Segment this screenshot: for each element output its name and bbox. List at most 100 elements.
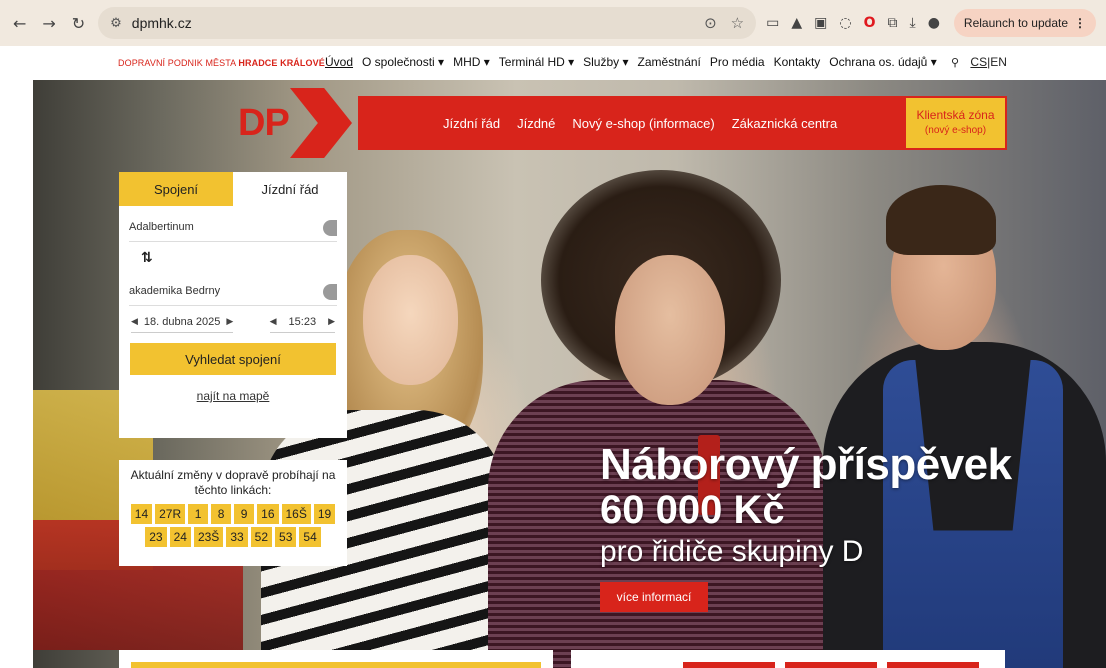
more-info-button[interactable]: více informací <box>600 582 708 612</box>
menu-item-kontakty[interactable]: Kontakty <box>774 55 821 69</box>
find-on-map-link[interactable]: najít na mapě <box>119 389 347 403</box>
client-zone-title: Klientská zóna <box>916 108 995 122</box>
menu-item-mhd[interactable]: MHD ▾ <box>453 55 490 69</box>
bookmark-star-icon[interactable]: ☆ <box>731 14 744 32</box>
dp-logo[interactable]: DP <box>230 88 352 158</box>
location-pin-icon[interactable] <box>323 220 337 236</box>
relaunch-button[interactable]: Relaunch to update ⋮ <box>953 9 1097 37</box>
menu-item-zamestnani[interactable]: Zaměstnání <box>638 55 701 69</box>
affected-lines: 14 27R 1 8 9 16 16Š 19 23 24 23Š 33 52 5… <box>127 504 339 547</box>
time-prev-icon[interactable]: ◀ <box>270 317 277 327</box>
menu-item-pro-media[interactable]: Pro média <box>710 55 765 69</box>
swap-icon[interactable]: ⇅ <box>141 250 347 270</box>
to-value: akademika Bedrny <box>129 284 221 297</box>
time-next-icon[interactable]: ▶ <box>328 317 335 327</box>
brand-prefix: DOPRAVNÍ PODNIK MĚSTA <box>118 58 239 68</box>
menu-item-sluzby[interactable]: Služby ▾ <box>583 55 628 69</box>
time-value: 15:23 <box>288 316 317 328</box>
line-badge[interactable]: 23 <box>145 527 167 547</box>
search-connection-button[interactable]: Vyhledat spojení <box>130 343 336 375</box>
bottom-card-button[interactable] <box>887 662 979 668</box>
menu-item-ochrana[interactable]: Ochrana os. údajů ▾ <box>829 55 936 69</box>
line-badge[interactable]: 24 <box>169 527 191 547</box>
line-badge[interactable]: 54 <box>299 527 321 547</box>
red-menu-zakaznicka-centra[interactable]: Zákaznická centra <box>732 116 838 131</box>
relaunch-label: Relaunch to update <box>963 16 1069 30</box>
bottom-card <box>571 650 1005 668</box>
line-badge[interactable]: 23Š <box>193 527 224 547</box>
line-badge[interactable]: 52 <box>250 527 273 547</box>
reload-icon[interactable]: ↻ <box>69 12 88 34</box>
bottom-card <box>119 650 553 668</box>
menu-item-o-spolecnosti[interactable]: O společnosti ▾ <box>362 55 444 69</box>
headline-line-1: Náborový příspěvek <box>600 440 1012 489</box>
date-value: 18. dubna 2025 <box>143 316 221 328</box>
line-badge[interactable]: 27R <box>155 504 186 524</box>
line-badge[interactable]: 16Š <box>281 504 311 524</box>
address-bar[interactable]: ⚙ dpmhk.cz ⊙ ☆ <box>98 7 757 39</box>
from-value: Adalbertinum <box>129 220 194 233</box>
line-badge[interactable]: 53 <box>275 527 297 547</box>
location-icon[interactable]: ⊙ <box>704 14 717 32</box>
forward-icon[interactable]: → <box>39 12 58 34</box>
red-menu-eshop[interactable]: Nový e-shop (informace) <box>572 116 714 131</box>
brand-name[interactable]: DOPRAVNÍ PODNIK MĚSTA HRADCE KRÁLOVÉ <box>118 58 325 68</box>
menu-item-uvod[interactable]: Úvod <box>325 55 353 69</box>
from-field[interactable]: Adalbertinum <box>129 212 337 242</box>
extension-icon[interactable]: ◌ <box>839 15 851 31</box>
location-pin-icon[interactable] <box>323 284 337 300</box>
red-menu-jizdne[interactable]: Jízdné <box>517 116 555 131</box>
tab-jizdni-rad[interactable]: Jízdní řád <box>233 172 347 206</box>
line-badge[interactable]: 9 <box>234 504 255 524</box>
time-picker[interactable]: ◀ 15:23 ▶ <box>269 316 335 333</box>
search-and-language: ⚲ CS|EN <box>951 55 1007 69</box>
browser-toolbar: ← → ↻ ⚙ dpmhk.cz ⊙ ☆ ▭ ▲ ▣ ◌ O ⧉ ⤓ ● Rel… <box>0 0 1106 46</box>
opera-icon[interactable]: O <box>864 15 876 31</box>
line-badge[interactable]: 19 <box>313 504 336 524</box>
woman-photo <box>363 255 458 385</box>
main-menu: Úvod O společnosti ▾ MHD ▾ Terminál HD ▾… <box>325 55 937 69</box>
line-badge[interactable]: 1 <box>188 504 209 524</box>
traffic-changes-box: Aktuální změny v dopravě probíhají na tě… <box>119 460 347 566</box>
date-next-icon[interactable]: ▶ <box>226 317 233 327</box>
back-icon[interactable]: ← <box>10 12 29 34</box>
date-picker[interactable]: ◀ 18. dubna 2025 ▶ <box>131 316 234 333</box>
site-top-nav: DOPRAVNÍ PODNIK MĚSTA HRADCE KRÁLOVÉ Úvo… <box>0 46 1106 80</box>
bottom-card-bar <box>131 662 541 668</box>
extension-icon[interactable]: ▭ <box>766 15 779 31</box>
traffic-changes-text: Aktuální změny v dopravě probíhají na tě… <box>130 468 336 497</box>
menu-item-terminal[interactable]: Terminál HD ▾ <box>499 55 574 69</box>
client-zone-subtitle: (nový e-shop) <box>924 125 987 136</box>
line-badge[interactable]: 14 <box>130 504 153 524</box>
search-icon[interactable]: ⚲ <box>951 56 959 69</box>
brand-bold: HRADCE KRÁLOVÉ <box>238 58 325 68</box>
bottom-card-button[interactable] <box>683 662 775 668</box>
site-info-icon[interactable]: ⚙ <box>110 16 122 31</box>
hero-banner: DP Jízdní řád Jízdné Nový e-shop (inform… <box>33 80 1106 668</box>
dp-logo-arrow-icon <box>290 88 352 158</box>
download-icon[interactable]: ⤓ <box>910 15 916 31</box>
extension-icon[interactable]: ▣ <box>814 15 827 31</box>
to-field[interactable]: akademika Bedrny <box>129 276 337 306</box>
url-text[interactable]: dpmhk.cz <box>132 15 192 31</box>
connection-search-widget: Spojení Jízdní řád Adalbertinum ⇅ akadem… <box>119 172 347 438</box>
line-badge[interactable]: 33 <box>226 527 248 547</box>
man-center-photo <box>615 255 725 405</box>
bottom-card-button[interactable] <box>785 662 877 668</box>
extension-icon[interactable]: ▲ <box>791 15 802 31</box>
man-right-photo <box>886 185 996 255</box>
tab-spojeni[interactable]: Spojení <box>119 172 233 206</box>
red-menu-jizdni-rad[interactable]: Jízdní řád <box>443 116 500 131</box>
extensions-puzzle-icon[interactable]: ⧉ <box>888 15 898 31</box>
dp-logo-text: DP <box>238 102 290 144</box>
line-badge[interactable]: 16 <box>257 504 279 524</box>
date-prev-icon[interactable]: ◀ <box>131 317 138 327</box>
browser-menu-icon[interactable]: ⋮ <box>1074 16 1086 30</box>
headline-amount: 60 000 Kč <box>600 488 785 532</box>
client-zone-button[interactable]: Klientská zóna (nový e-shop) <box>904 96 1007 150</box>
lang-en[interactable]: EN <box>990 55 1007 69</box>
red-menu-bar: Jízdní řád Jízdné Nový e-shop (informace… <box>358 96 1007 150</box>
line-badge[interactable]: 8 <box>211 504 232 524</box>
lang-cs[interactable]: CS <box>970 55 987 69</box>
profile-avatar-icon[interactable]: ● <box>928 15 940 31</box>
